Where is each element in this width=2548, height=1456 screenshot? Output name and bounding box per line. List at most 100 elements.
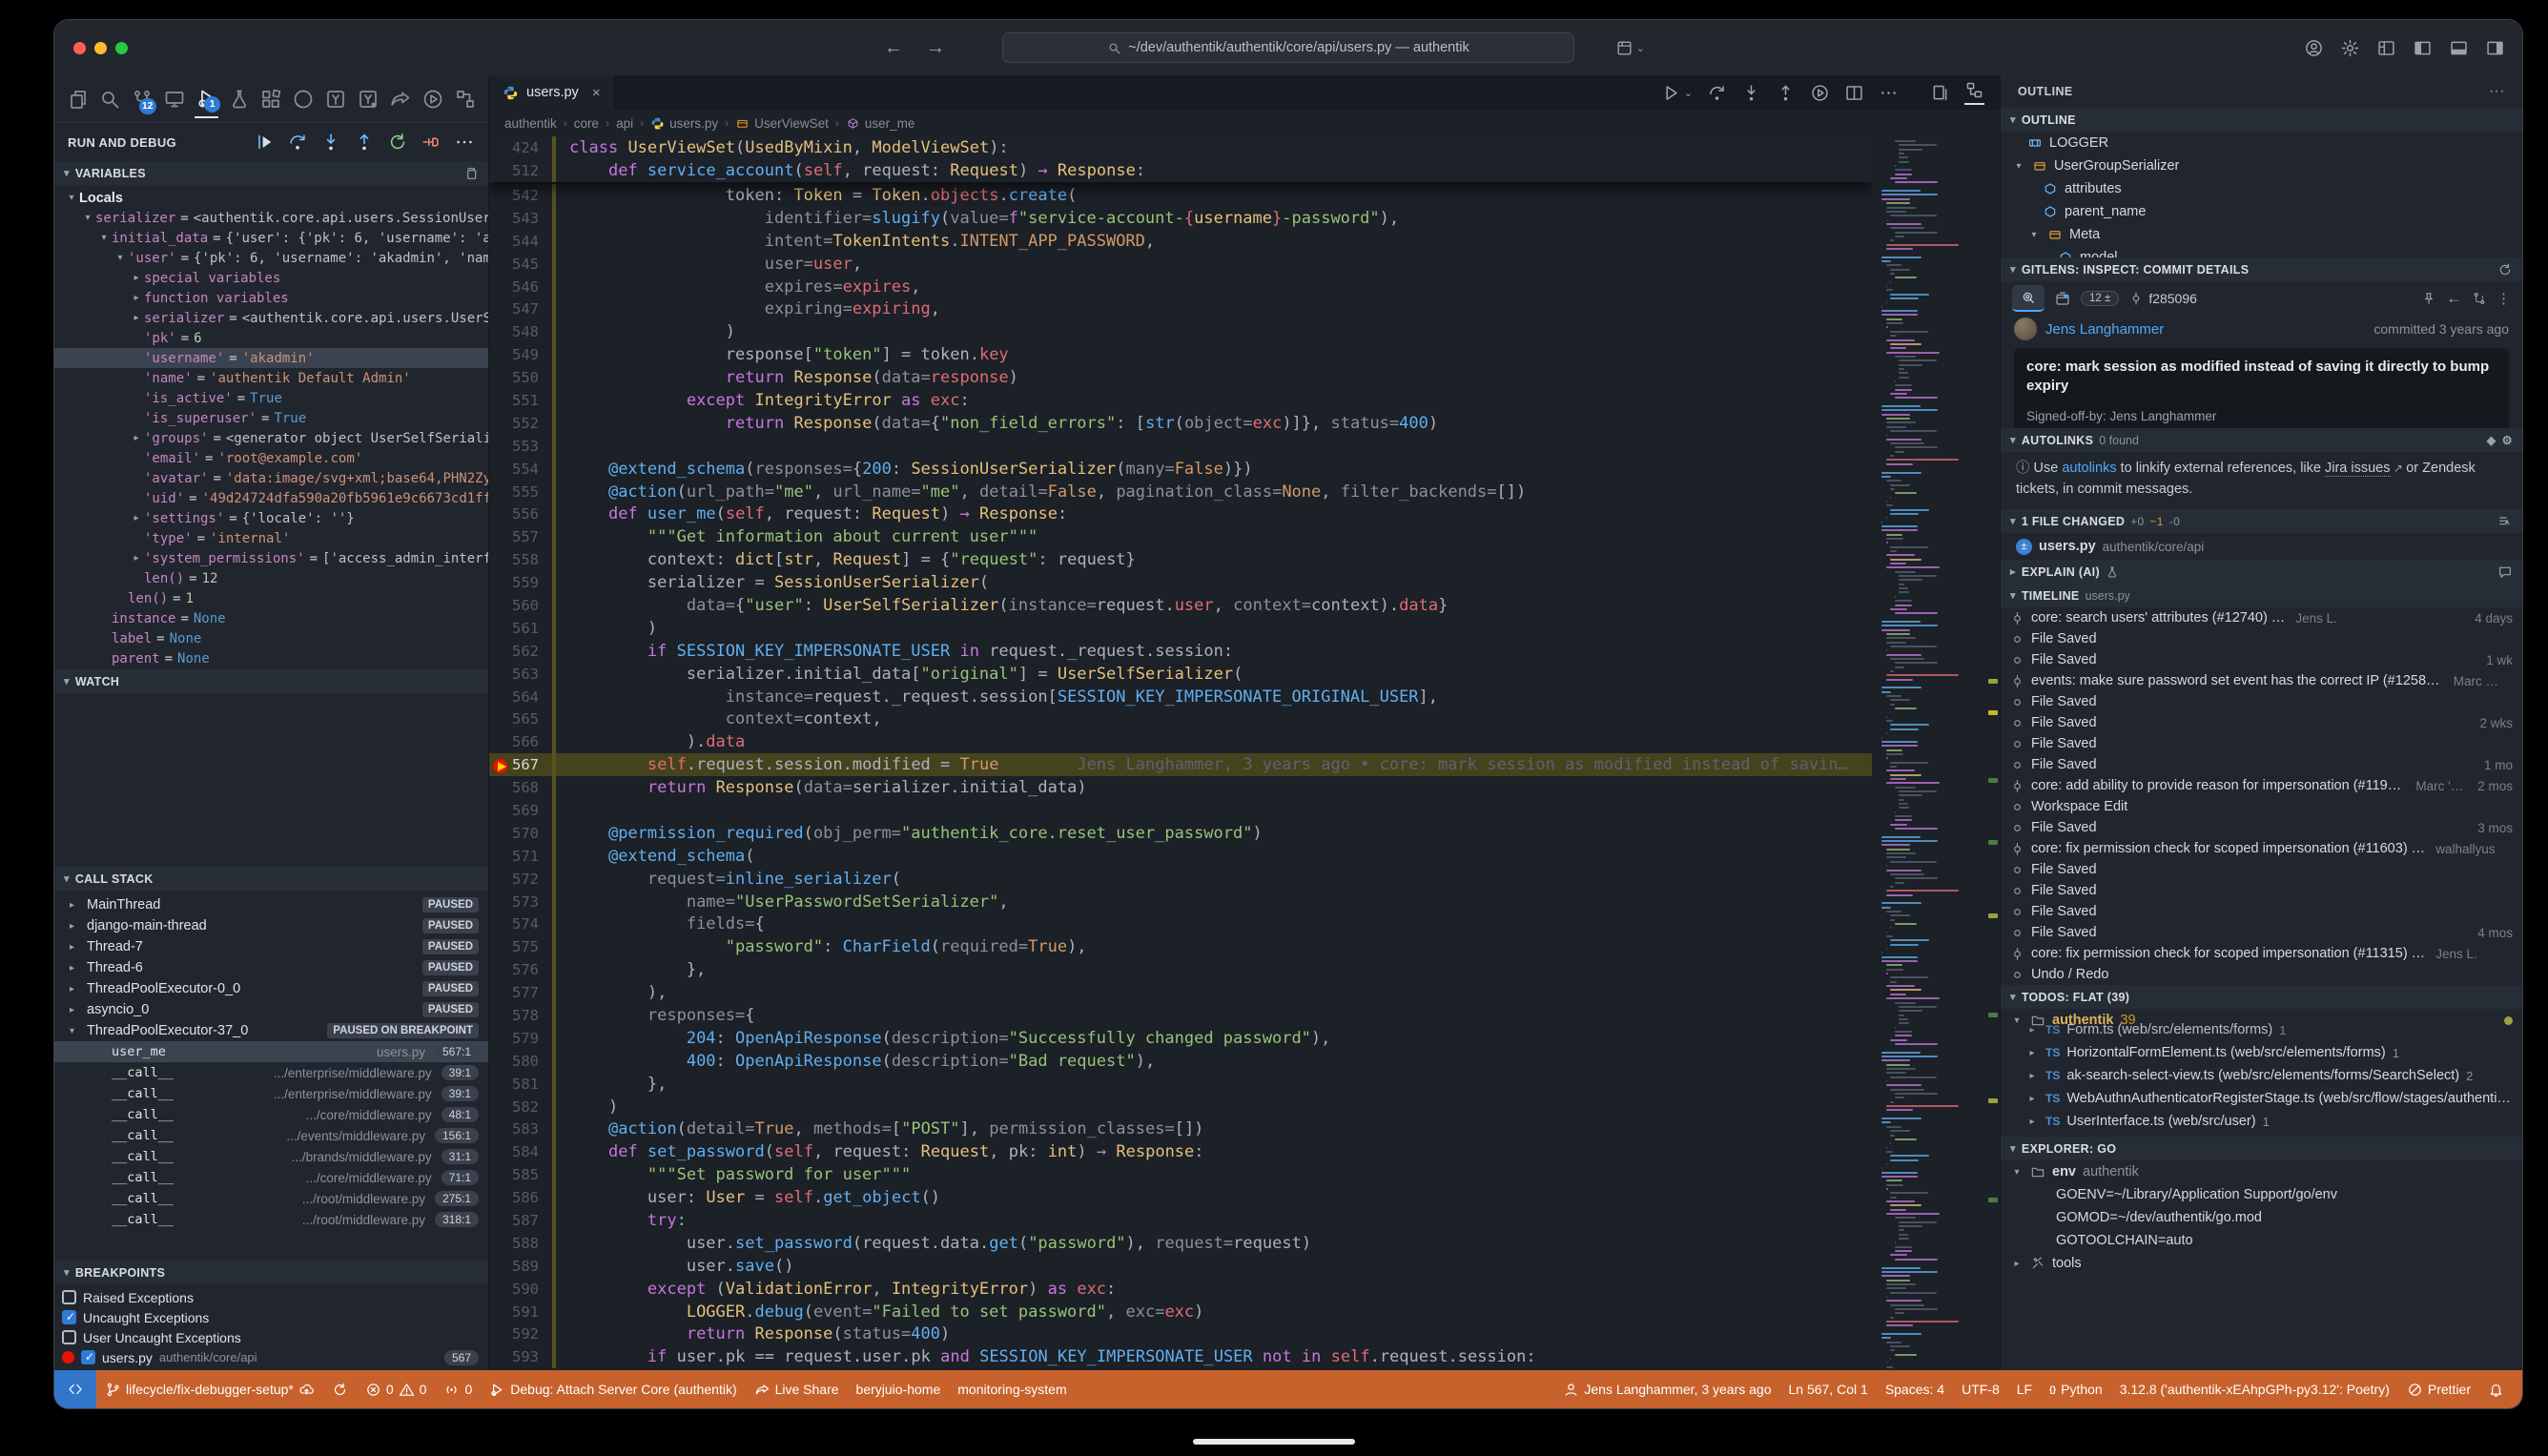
timeline-item[interactable]: File Saved bbox=[2001, 733, 2522, 754]
breadcrumb-item[interactable]: user_me bbox=[846, 116, 915, 131]
chevron-down-icon[interactable]: ▾ bbox=[96, 233, 112, 243]
variables-section-header[interactable]: ▾ VARIABLES bbox=[54, 161, 488, 185]
timeline-item[interactable]: File Saved1 mo bbox=[2001, 754, 2522, 775]
variable-row[interactable]: ▾initial_data={'user': {'pk': 6, 'userna… bbox=[54, 228, 488, 248]
call-stack-frame[interactable]: __call__.../enterprise/middleware.py39:1 bbox=[54, 1083, 488, 1104]
command-center[interactable]: ~/dev/authentik/authentik/core/api/users… bbox=[1002, 32, 1574, 63]
status-item-lf[interactable]: LF bbox=[2008, 1370, 2041, 1408]
watch-section-header[interactable]: ▾ WATCH bbox=[54, 669, 488, 693]
chevron-right-icon[interactable]: ▸ bbox=[70, 984, 87, 995]
activity-item-remote-explorer[interactable] bbox=[163, 80, 187, 118]
code-line-576[interactable]: 576 }, bbox=[489, 958, 1872, 981]
code-line-561[interactable]: 561 ) bbox=[489, 617, 1872, 640]
gear-icon[interactable]: ⚙ bbox=[2501, 433, 2513, 447]
code-line-542[interactable]: 542 token: Token = Token.objects.create( bbox=[489, 184, 1872, 207]
variable-row[interactable]: 'is_active'=True bbox=[54, 388, 488, 408]
chevron-right-icon[interactable]: ▸ bbox=[129, 293, 144, 303]
code-line-546[interactable]: 546 expires=expires, bbox=[489, 276, 1872, 298]
chevron-down-icon[interactable]: ▾ bbox=[70, 1026, 87, 1036]
autolinks-link[interactable]: autolinks bbox=[2062, 461, 2116, 476]
files-changed-section-header[interactable]: ▾1 FILE CHANGED +0 ~1 -0 bbox=[2001, 509, 2522, 533]
breadcrumb-item[interactable]: core bbox=[574, 116, 599, 131]
commit-sha[interactable]: f285096 bbox=[2128, 291, 2197, 306]
chevron-right-icon[interactable]: ▸ bbox=[129, 513, 144, 523]
remote-indicator[interactable] bbox=[54, 1370, 96, 1408]
back-icon[interactable]: ← bbox=[884, 37, 903, 59]
refresh-icon[interactable] bbox=[2497, 262, 2513, 277]
todo-file-row[interactable]: ▸TSWebAuthnAuthenticatorRegisterStage.ts… bbox=[2001, 1087, 2522, 1110]
code-line-580[interactable]: 580 400: OpenApiResponse(description="Ba… bbox=[489, 1050, 1872, 1073]
explorer-env-row[interactable]: ▾envauthentik bbox=[2001, 1160, 2522, 1183]
code-line-557[interactable]: 557 """Get information about current use… bbox=[489, 525, 1872, 548]
breakpoints-section-header[interactable]: ▾ BREAKPOINTS bbox=[54, 1261, 488, 1284]
variable-row[interactable]: ▸special variables bbox=[54, 268, 488, 288]
code-line-551[interactable]: 551 except IntegrityError as exc: bbox=[489, 389, 1872, 412]
variable-row[interactable]: 'is_superuser'=True bbox=[54, 408, 488, 428]
checkbox[interactable] bbox=[62, 1290, 76, 1304]
chevron-right-icon[interactable]: ▸ bbox=[70, 921, 87, 932]
code-line-569[interactable]: 569 bbox=[489, 799, 1872, 822]
code-line-563[interactable]: 563 serializer.initial_data["original"] … bbox=[489, 663, 1872, 686]
tab-users-py[interactable]: users.py × bbox=[489, 75, 615, 110]
forward-icon[interactable]: → bbox=[926, 37, 945, 59]
activity-item-test-box-dot[interactable] bbox=[357, 80, 380, 118]
continue-button-icon[interactable] bbox=[254, 132, 275, 153]
code-line-590[interactable]: 590 except (ValidationError, IntegrityEr… bbox=[489, 1278, 1872, 1301]
todos-section-header[interactable]: ▾TODOS: FLAT (39) bbox=[2001, 985, 2522, 1009]
more-button[interactable] bbox=[1879, 83, 1899, 103]
status-item-lifecyclefix-debugger-setup[interactable]: lifecycle/fix-debugger-setup* bbox=[96, 1370, 323, 1408]
variable-row[interactable]: instance=None bbox=[54, 608, 488, 628]
breakpoint-row[interactable]: users.pyauthentik/core/api567 bbox=[54, 1347, 488, 1367]
checkbox[interactable] bbox=[62, 1310, 76, 1324]
variable-row[interactable]: ▾'user'={'pk': 6, 'username': 'akadmin',… bbox=[54, 248, 488, 268]
timeline-item[interactable]: File Saved bbox=[2001, 901, 2522, 922]
code-line-544[interactable]: 544 intent=TokenIntents.INTENT_APP_PASSW… bbox=[489, 230, 1872, 253]
code-line-573[interactable]: 573 name="UserPasswordSetSerializer", bbox=[489, 891, 1872, 913]
call-stack-frame[interactable]: __call__.../brands/middleware.py31:1 bbox=[54, 1146, 488, 1167]
env-var-row[interactable]: GOENV=~/Library/Application Support/go/e… bbox=[2001, 1183, 2522, 1206]
variable-row[interactable]: len()=1 bbox=[54, 588, 488, 608]
status-item-monitoring-system[interactable]: monitoring-system bbox=[949, 1370, 1075, 1408]
more-button-icon[interactable] bbox=[454, 132, 475, 153]
code-line-592[interactable]: 592 return Response(status=400) bbox=[489, 1323, 1872, 1346]
code-line-570[interactable]: 570 @permission_required(obj_perm="authe… bbox=[489, 822, 1872, 845]
variable-row[interactable]: 'pk'=6 bbox=[54, 328, 488, 348]
code-line-584[interactable]: 584 def set_password(self, request: Requ… bbox=[489, 1140, 1872, 1163]
env-var-row[interactable]: GOMOD=~/dev/authentik/go.mod bbox=[2001, 1206, 2522, 1229]
code-line-593[interactable]: 593 if user.pk == request.user.pk and SE… bbox=[489, 1345, 1872, 1368]
checkbox[interactable] bbox=[81, 1350, 95, 1364]
call-stack-thread[interactable]: ▾ThreadPoolExecutor-37_0PAUSED ON BREAKP… bbox=[54, 1020, 488, 1041]
call-stack-frame[interactable]: __call__.../core/middleware.py48:1 bbox=[54, 1104, 488, 1125]
back-icon[interactable]: ← bbox=[2446, 289, 2462, 308]
status-item-debug[interactable]: Debug: Attach Server Core (authentik) bbox=[481, 1370, 745, 1408]
code-line-579[interactable]: 579 204: OpenApiResponse(description="Su… bbox=[489, 1027, 1872, 1050]
timeline-section-header[interactable]: ▾TIMELINE users.py bbox=[2001, 584, 2522, 607]
variable-row[interactable]: ▸'system_permissions'=['access_admin_int… bbox=[54, 548, 488, 568]
code-line-566[interactable]: 566 ).data bbox=[489, 730, 1872, 753]
chevron-right-icon[interactable]: ▸ bbox=[129, 553, 144, 564]
overview-ruler[interactable] bbox=[1986, 136, 2000, 1370]
code-line-550[interactable]: 550 return Response(data=response) bbox=[489, 366, 1872, 389]
chevron-right-icon[interactable]: ▸ bbox=[129, 313, 144, 323]
variable-row[interactable]: 'username'='akadmin' bbox=[54, 348, 488, 368]
disconnect-button-icon[interactable] bbox=[421, 132, 442, 153]
explorer-tools-row[interactable]: ▸tools bbox=[2001, 1252, 2522, 1275]
code-line-567[interactable]: 567 self.request.session.modified = True… bbox=[489, 753, 1872, 776]
code-line-571[interactable]: 571 @extend_schema( bbox=[489, 845, 1872, 868]
open-changes-button[interactable] bbox=[1930, 83, 1950, 103]
code-line-587[interactable]: 587 try: bbox=[489, 1209, 1872, 1232]
code-line-424[interactable]: 424class UserViewSet(UsedByMixin, ModelV… bbox=[489, 136, 1872, 159]
minimize-window-button[interactable] bbox=[94, 42, 107, 54]
call-stack-frame[interactable]: __call__.../core/middleware.py71:1 bbox=[54, 1167, 488, 1188]
breakpoint-row[interactable]: Uncaught Exceptions bbox=[54, 1307, 488, 1327]
code-column[interactable]: 542 token: Token = Token.objects.create(… bbox=[489, 136, 1872, 1370]
chevron-right-icon[interactable]: ▸ bbox=[129, 273, 144, 283]
step-out-button[interactable] bbox=[1776, 83, 1796, 103]
outline-item-attributes[interactable]: attributes bbox=[2001, 177, 2522, 200]
variable-row[interactable]: 'type'='internal' bbox=[54, 528, 488, 548]
run-dropdown-button[interactable]: ⌄ bbox=[1662, 83, 1693, 103]
chevron-right-icon[interactable]: ▸ bbox=[70, 1005, 87, 1015]
code-line-552[interactable]: 552 return Response(data={"non_field_err… bbox=[489, 412, 1872, 435]
code-line-589[interactable]: 589 user.save() bbox=[489, 1255, 1872, 1278]
commit-search-tab[interactable] bbox=[2012, 285, 2045, 312]
